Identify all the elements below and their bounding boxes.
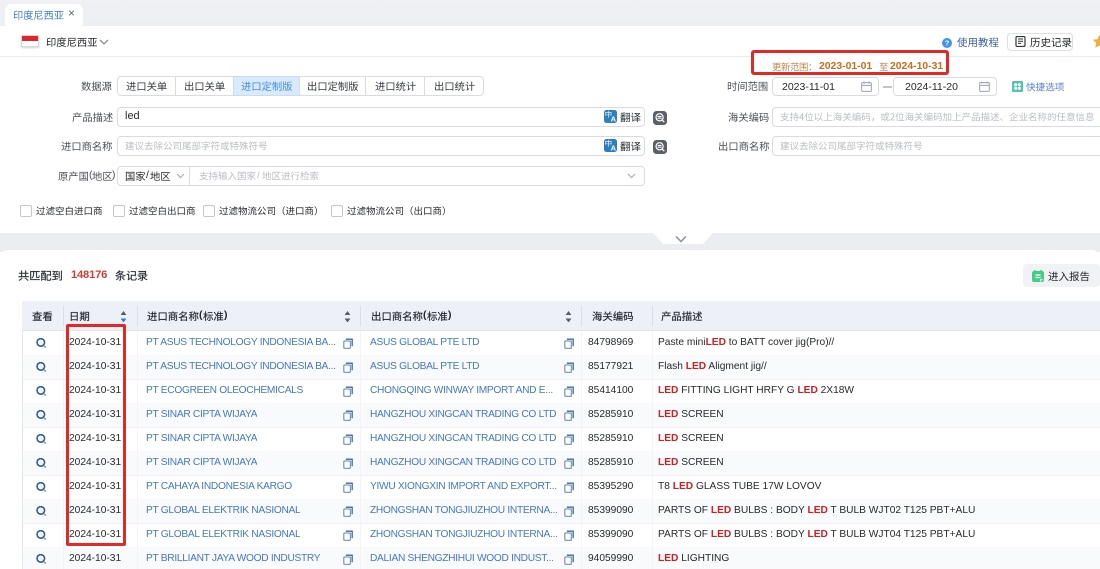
svg-text:A: A [611, 115, 617, 123]
svg-text:?: ? [945, 38, 950, 47]
svg-text:A: A [611, 144, 617, 152]
